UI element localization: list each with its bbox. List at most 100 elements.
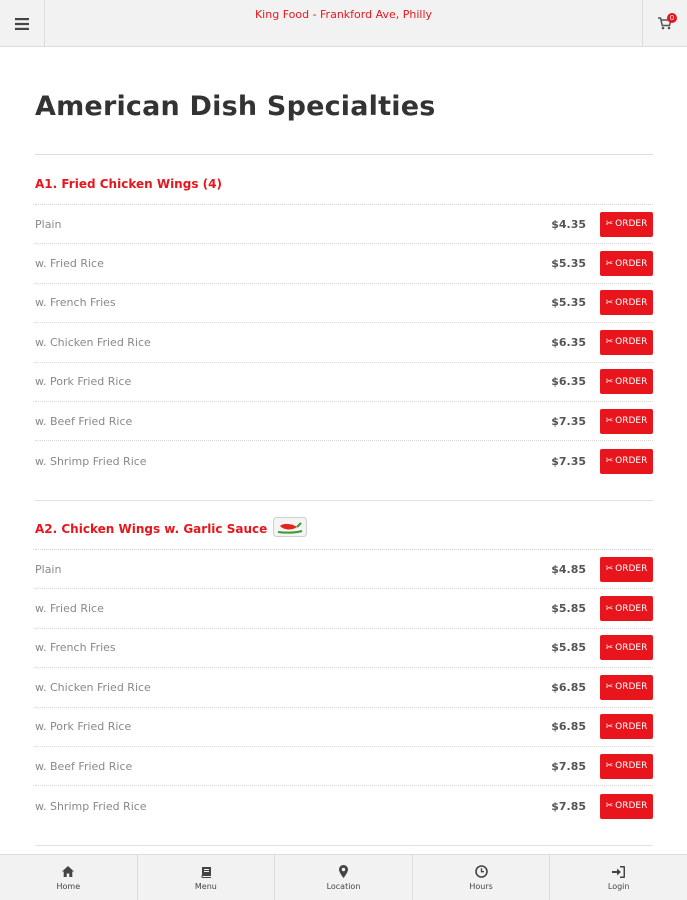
- menu-item-row: w. French Fries $5.35 ✂ ORDER: [35, 284, 653, 324]
- hamburger-icon: [15, 17, 29, 30]
- order-button[interactable]: ✂ ORDER: [600, 556, 653, 582]
- menu-section: A2. Chicken Wings w. Garlic Sauce Plain …: [35, 508, 653, 826]
- cart-button[interactable]: 0: [642, 0, 687, 47]
- section-divider: [35, 500, 653, 501]
- utensils-icon: ✂: [605, 682, 614, 693]
- section-title-text: A2. Chicken Wings w. Garlic Sauce: [35, 521, 268, 536]
- nav-label: Home: [56, 881, 81, 891]
- section-title: A2. Chicken Wings w. Garlic Sauce: [35, 508, 653, 550]
- menu-item-row: w. Shrimp Fried Rice $7.35 ✂ ORDER: [35, 441, 653, 480]
- nav-location[interactable]: Location: [275, 855, 413, 900]
- hot-pepper-icon: [273, 517, 308, 540]
- order-label: ORDER: [615, 297, 648, 308]
- utensils-icon: ✂: [605, 761, 614, 772]
- item-name: w. Chicken Fried Rice: [35, 335, 151, 349]
- item-list: Plain $4.35 ✂ ORDER w. Fried Rice $5.35 ✂…: [35, 205, 653, 481]
- order-button[interactable]: ✂ ORDER: [600, 408, 653, 434]
- order-button[interactable]: ✂ ORDER: [600, 793, 653, 819]
- order-button[interactable]: ✂ ORDER: [600, 596, 653, 622]
- utensils-icon: ✂: [605, 456, 614, 467]
- item-name: w. Pork Fried Rice: [35, 375, 132, 389]
- utensils-icon: ✂: [605, 642, 614, 653]
- nav-label: Login: [607, 881, 630, 891]
- order-button[interactable]: ✂ ORDER: [600, 635, 653, 661]
- item-price: $5.35: [551, 296, 586, 310]
- menu-item-row: w. Fried Rice $5.85 ✂ ORDER: [35, 589, 653, 629]
- menu-item-row: w. Beef Fried Rice $7.85 ✂ ORDER: [35, 747, 653, 787]
- item-price: $4.85: [551, 562, 586, 576]
- order-label: ORDER: [615, 682, 648, 693]
- order-label: ORDER: [615, 376, 648, 387]
- item-price: $6.85: [551, 720, 586, 734]
- item-list: Plain $4.85 ✂ ORDER w. Fried Rice $5.85 ✂…: [35, 550, 653, 826]
- content-area: American Dish Specialties A1. Fried Chic…: [0, 47, 687, 854]
- order-label: ORDER: [615, 258, 648, 269]
- order-label: ORDER: [615, 642, 648, 653]
- order-button[interactable]: ✂ ORDER: [600, 448, 653, 474]
- order-label: ORDER: [615, 564, 648, 575]
- order-button[interactable]: ✂ ORDER: [600, 251, 653, 277]
- home-icon: [62, 865, 75, 879]
- utensils-icon: ✂: [605, 337, 614, 348]
- item-name: w. Beef Fried Rice: [35, 759, 133, 773]
- utensils-icon: ✂: [605, 721, 614, 732]
- item-name: w. Pork Fried Rice: [35, 720, 132, 734]
- item-name: w. Shrimp Fried Rice: [35, 799, 147, 813]
- menu-item-row: w. Shrimp Fried Rice $7.85 ✂ ORDER: [35, 786, 653, 825]
- menu-item-row: Plain $4.85 ✂ ORDER: [35, 550, 653, 590]
- item-price: $5.85: [551, 641, 586, 655]
- utensils-icon: ✂: [605, 297, 614, 308]
- map-pin-icon: [338, 865, 348, 879]
- nav-menu[interactable]: Menu: [138, 855, 276, 900]
- order-label: ORDER: [615, 801, 648, 812]
- order-button[interactable]: ✂ ORDER: [600, 714, 653, 740]
- nav-login[interactable]: Login: [550, 855, 687, 900]
- nav-hours[interactable]: Hours: [413, 855, 551, 900]
- item-price: $6.35: [551, 335, 586, 349]
- order-label: ORDER: [615, 219, 648, 230]
- item-name: w. Beef Fried Rice: [35, 414, 133, 428]
- order-label: ORDER: [615, 456, 648, 467]
- section-title: A1. Fried Chicken Wings (4): [35, 163, 653, 205]
- cart-count-badge: 0: [667, 13, 677, 23]
- order-button[interactable]: ✂ ORDER: [600, 674, 653, 700]
- nav-label: Menu: [194, 881, 217, 891]
- page-title: American Dish Specialties: [35, 91, 436, 122]
- bottom-nav: Home Menu Location Hours Login: [0, 854, 687, 900]
- item-price: $7.85: [551, 799, 586, 813]
- item-price: $6.85: [551, 680, 586, 694]
- top-bar: King Food - Frankford Ave, Philly 0: [0, 0, 687, 47]
- nav-label: Hours: [469, 881, 493, 891]
- order-button[interactable]: ✂ ORDER: [600, 753, 653, 779]
- order-label: ORDER: [615, 721, 648, 732]
- menu-section: A1. Fried Chicken Wings (4) Plain $4.35 …: [35, 163, 653, 481]
- menu-item-row: w. Chicken Fried Rice $6.35 ✂ ORDER: [35, 323, 653, 363]
- nav-label: Location: [326, 881, 361, 891]
- utensils-icon: ✂: [605, 564, 614, 575]
- item-price: $7.35: [551, 414, 586, 428]
- nav-home[interactable]: Home: [0, 855, 138, 900]
- order-button[interactable]: ✂ ORDER: [600, 369, 653, 395]
- item-name: Plain: [35, 217, 62, 231]
- item-name: w. French Fries: [35, 641, 116, 655]
- order-button[interactable]: ✂ ORDER: [600, 290, 653, 316]
- order-button[interactable]: ✂ ORDER: [600, 211, 653, 237]
- book-icon: [200, 865, 212, 879]
- menu-item-row: w. Pork Fried Rice $6.85 ✂ ORDER: [35, 708, 653, 747]
- item-price: $7.85: [551, 759, 586, 773]
- utensils-icon: ✂: [605, 376, 614, 387]
- item-name: w. French Fries: [35, 296, 116, 310]
- order-label: ORDER: [615, 603, 648, 614]
- item-name: w. Shrimp Fried Rice: [35, 454, 147, 468]
- menu-item-row: w. Chicken Fried Rice $6.85 ✂ ORDER: [35, 668, 653, 708]
- login-icon: [612, 865, 626, 879]
- menu-item-row: w. Pork Fried Rice $6.35 ✂ ORDER: [35, 363, 653, 402]
- menu-button[interactable]: [0, 0, 45, 47]
- app-title: King Food - Frankford Ave, Philly: [254, 8, 433, 21]
- utensils-icon: ✂: [605, 416, 614, 427]
- order-button[interactable]: ✂ ORDER: [600, 329, 653, 355]
- order-label: ORDER: [615, 337, 648, 348]
- item-name: w. Fried Rice: [35, 602, 104, 616]
- item-price: $5.85: [551, 602, 586, 616]
- item-name: Plain: [35, 562, 62, 576]
